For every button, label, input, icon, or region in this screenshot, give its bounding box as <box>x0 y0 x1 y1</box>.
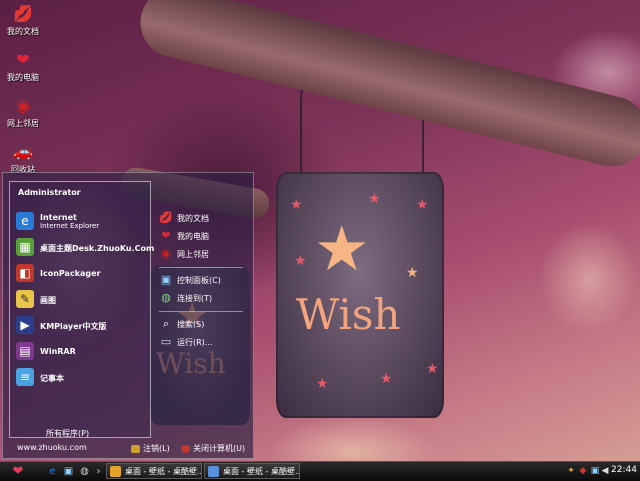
lips-icon: 💋 <box>159 211 173 224</box>
connect-icon: ◍ <box>161 291 171 304</box>
start-menu-username: Administrator <box>18 188 81 197</box>
tray-icon[interactable]: ▣ <box>590 466 600 476</box>
clock[interactable]: 22:44 <box>611 465 637 475</box>
winrar-icon: ▤ <box>16 342 34 360</box>
quicklaunch-desktop-icon[interactable]: ▣ <box>62 465 75 478</box>
start-menu-site-text: www.zhuoku.com <box>17 443 87 452</box>
taskbar-button-1[interactable]: 桌面 - 壁纸 - 桌酷壁... <box>106 463 202 479</box>
place-my-computer[interactable]: ❤ 我的电脑 <box>159 229 249 245</box>
ie-icon: e <box>16 212 34 230</box>
browser-icon <box>208 466 219 477</box>
program-kmplayer[interactable]: ▶ KMPlayer中文版 <box>14 314 148 338</box>
shutdown-button[interactable]: 关闭计算机(U) <box>181 443 245 454</box>
network-icon: ◉ <box>16 96 30 115</box>
heart-icon: ❤ <box>16 50 30 69</box>
small-star: ★ <box>316 376 329 392</box>
program-notepad[interactable]: ≡ 记事本 <box>14 366 148 390</box>
tray-icon[interactable]: ◆ <box>578 466 588 476</box>
start-menu-divider <box>159 311 243 312</box>
all-programs-button[interactable]: 所有程序(P) <box>46 428 89 439</box>
theme-icon: ▦ <box>16 238 34 256</box>
browser-icon <box>110 466 121 477</box>
program-paint[interactable]: ✎ 画图 <box>14 288 148 312</box>
lantern-star: ★ <box>314 212 370 285</box>
paint-icon: ✎ <box>16 290 34 308</box>
program-internet-explorer[interactable]: e Internet Internet Explorer <box>14 210 148 234</box>
start-menu-programs-pane: Administrator e Internet Internet Explor… <box>9 181 154 439</box>
notepad-icon: ≡ <box>16 368 34 386</box>
start-button[interactable]: ❤ <box>6 464 30 479</box>
system-control-panel[interactable]: ▣ 控制面板(C) <box>159 273 249 289</box>
quicklaunch-media-icon[interactable]: ◍ <box>78 465 91 478</box>
small-star: ★ <box>406 265 419 281</box>
system-connect-to[interactable]: ◍ 连接到(T) <box>159 291 249 307</box>
place-my-documents[interactable]: 💋 我的文档 <box>159 211 249 227</box>
program-iconpackager[interactable]: ◧ IconPackager <box>14 262 148 286</box>
program-winrar[interactable]: ▤ WinRAR <box>14 340 148 364</box>
kmplayer-icon: ▶ <box>16 316 34 334</box>
run-icon: ▭ <box>160 335 172 348</box>
iconpackager-icon: ◧ <box>16 264 34 282</box>
place-network[interactable]: ◉ 网上邻居 <box>159 247 249 263</box>
taskbar: ❤ e ▣ ◍ › 桌面 - 壁纸 - 桌酷壁... 桌面 - 壁纸 - 桌酷壁… <box>0 461 640 481</box>
desktop-icon-network[interactable]: ◉ 网上邻居 <box>0 96 46 129</box>
control-panel-icon: ▣ <box>160 273 172 286</box>
small-star: ★ <box>380 371 393 387</box>
volume-icon[interactable]: ◀ <box>600 466 610 476</box>
key-icon <box>131 444 140 453</box>
heart-icon: ❤ <box>161 229 171 242</box>
desktop-icon-my-computer[interactable]: ❤ 我的电脑 <box>0 50 46 83</box>
desktop-icon-recycle-bin[interactable]: 🚗 回收站 <box>0 142 46 175</box>
system-run[interactable]: ▭ 运行(R)... <box>159 335 249 351</box>
small-star: ★ <box>294 253 307 269</box>
power-icon <box>181 444 190 453</box>
quicklaunch-ie-icon[interactable]: e <box>46 465 59 478</box>
small-star: ★ <box>416 197 429 213</box>
small-star: ★ <box>426 361 439 377</box>
lips-icon: 💋 <box>13 4 33 23</box>
start-menu-divider <box>159 267 243 268</box>
heart-icon: ❤ <box>12 464 24 479</box>
network-icon: ◉ <box>161 247 171 260</box>
start-menu: Administrator e Internet Internet Explor… <box>2 172 254 459</box>
small-star: ★ <box>368 191 381 207</box>
desktop-icon-my-documents[interactable]: 💋 我的文档 <box>0 4 46 37</box>
search-icon: ⌕ <box>162 317 170 330</box>
quicklaunch-chevron-icon[interactable]: › <box>92 465 105 478</box>
wallpaper-lantern: ★ Wish ★ ★ ★ ★ ★ ★ ★ ★ <box>276 172 444 418</box>
program-zhuoku-theme[interactable]: ▦ 桌面主题Desk.ZhuoKu.Com <box>14 236 154 260</box>
tray-icon[interactable]: ✦ <box>566 466 576 476</box>
car-icon: 🚗 <box>13 142 33 161</box>
system-search[interactable]: ⌕ 搜索(S) <box>159 317 249 333</box>
small-star: ★ <box>290 197 303 213</box>
taskbar-button-2[interactable]: 桌面 - 壁纸 - 桌酷壁... <box>204 463 300 479</box>
logoff-button[interactable]: 注销(L) <box>131 443 170 454</box>
lantern-word: Wish <box>296 290 401 339</box>
